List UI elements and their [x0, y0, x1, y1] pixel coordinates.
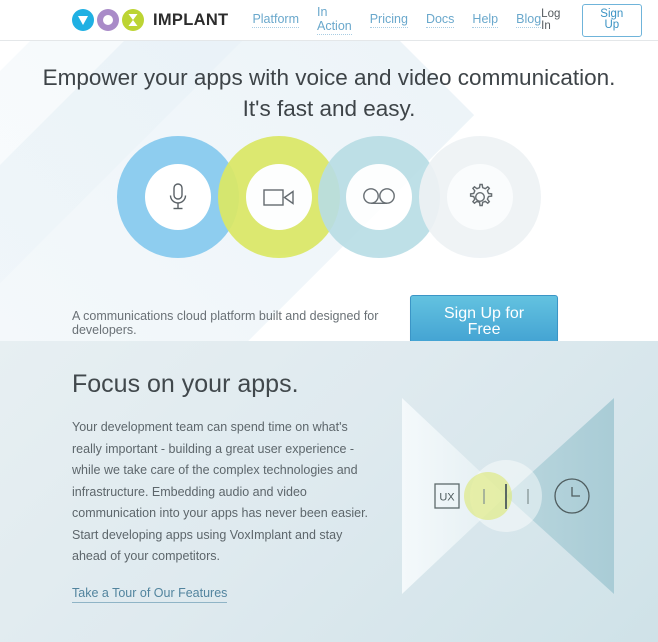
hero-headline: Empower your apps with voice and video c… [0, 41, 658, 124]
focus-body: Your development team can spend time on … [72, 420, 369, 563]
voicemail-icon [363, 188, 395, 205]
page-root: IMPLANT Platform In Action Pricing Docs … [0, 0, 658, 642]
feature-circle-video-inner [246, 164, 312, 231]
microphone-icon [169, 183, 187, 210]
triangle-down-icon [78, 15, 88, 25]
main-nav: Platform In Action Pricing Docs Help Blo… [252, 5, 542, 35]
feature-circle-voice-inner [145, 164, 211, 231]
logo-mark-purple-icon [97, 9, 119, 31]
take-tour-link[interactable]: Take a Tour of Our Features [72, 586, 228, 603]
signup-button[interactable]: Sign Up [581, 3, 642, 37]
feature-circle-voicemail-inner [346, 164, 412, 231]
feature-circle-settings[interactable] [419, 136, 541, 259]
hero-section: Empower your apps with voice and video c… [0, 41, 658, 341]
focus-content: Focus on your apps. Your development tea… [0, 341, 368, 603]
nav-item-blog[interactable]: Blog [516, 12, 542, 28]
nav-item-pricing[interactable]: Pricing [369, 12, 408, 28]
header-actions: Log In Sign Up [541, 3, 642, 37]
feature-circle-settings-inner [447, 164, 513, 231]
nav-item-docs[interactable]: Docs [425, 12, 455, 28]
nav-item-platform[interactable]: Platform [252, 12, 299, 28]
focus-illustration: UX [402, 398, 614, 594]
logo-mark-blue-icon [72, 9, 94, 31]
focus-title: Focus on your apps. [72, 370, 299, 398]
signup-free-button[interactable]: Sign Up for Free [410, 295, 558, 341]
nav-item-help[interactable]: Help [472, 12, 499, 28]
logo-mark-green-icon [122, 9, 144, 31]
logo-marks [72, 9, 144, 31]
hourglass-icon [128, 14, 138, 26]
site-header: IMPLANT Platform In Action Pricing Docs … [0, 0, 658, 41]
nav-item-in-action[interactable]: In Action [316, 5, 352, 35]
feature-circles [0, 136, 658, 271]
hero-footer: A communications cloud platform built an… [0, 295, 658, 341]
ring-icon [103, 15, 113, 25]
logo-text: IMPLANT [153, 10, 229, 29]
hero-tagline: A communications cloud platform built an… [72, 308, 379, 337]
login-link[interactable]: Log In [541, 8, 569, 32]
illustration-accent-circle [464, 472, 512, 520]
video-camera-icon [263, 189, 294, 206]
hero-headline-line1: Empower your apps with voice and video c… [42, 65, 616, 90]
logo[interactable]: IMPLANT [72, 9, 228, 31]
ux-label: UX [439, 492, 455, 504]
hero-headline-line2: It's fast and easy. [242, 96, 416, 122]
gear-icon [469, 183, 493, 207]
